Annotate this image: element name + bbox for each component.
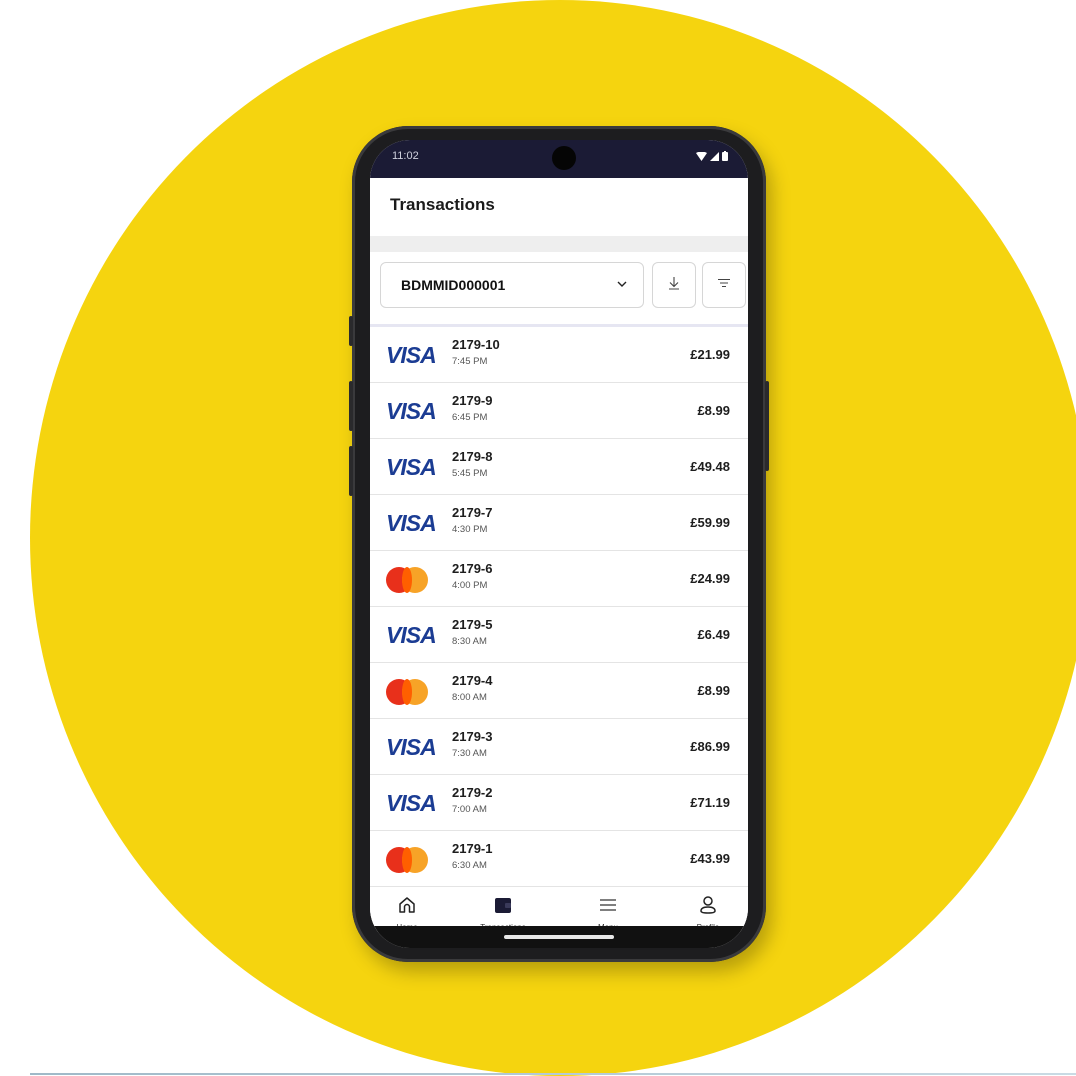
download-icon (666, 275, 682, 296)
visa-logo: VISA (386, 734, 437, 760)
visa-logo: VISA (386, 790, 437, 816)
transaction-time: 4:00 PM (452, 580, 488, 591)
transaction-ref: 2179-5 (452, 617, 493, 632)
transaction-amount: £21.99 (690, 347, 730, 362)
chevron-down-icon (615, 277, 629, 291)
nav-profile[interactable]: Profile (678, 894, 738, 929)
transaction-row[interactable]: VISA 2179-3 7:30 AM £86.99 (370, 719, 748, 775)
transaction-amount: £71.19 (690, 795, 730, 810)
side-button (349, 316, 353, 346)
status-bar: 11:02 (370, 140, 748, 178)
transaction-time: 5:45 PM (452, 468, 488, 479)
download-button[interactable] (652, 262, 696, 308)
transaction-time: 6:45 PM (452, 412, 488, 423)
transaction-ref: 2179-3 (452, 729, 493, 744)
transaction-ref: 2179-2 (452, 785, 493, 800)
transaction-amount: £49.48 (690, 459, 730, 474)
phone-screen: 11:02 Transactions BDMMID000001 VISA 217… (370, 140, 748, 948)
visa-logo: VISA (386, 454, 437, 480)
visa-logo: VISA (386, 398, 437, 424)
transaction-ref: 2179-4 (452, 673, 493, 688)
visa-logo-text: VISA (386, 622, 437, 648)
filter-button[interactable] (702, 262, 746, 308)
visa-logo-text: VISA (386, 510, 437, 536)
transaction-row[interactable]: VISA 2179-10 7:45 PM £21.99 (370, 327, 748, 383)
visa-logo: VISA (386, 342, 437, 368)
transaction-row[interactable]: VISA 2179-7 4:30 PM £59.99 (370, 495, 748, 551)
transaction-time: 8:30 AM (452, 636, 487, 647)
transaction-ref: 2179-8 (452, 449, 493, 464)
mastercard-circles (386, 567, 436, 593)
battery-icon (722, 151, 728, 164)
app-bar: Transactions (370, 178, 748, 236)
header-divider (370, 236, 748, 252)
transaction-ref: 2179-7 (452, 505, 493, 520)
transaction-ref: 2179-10 (452, 337, 500, 352)
transaction-row[interactable]: 2179-4 8:00 AM £8.99 (370, 663, 748, 719)
volume-up-button (349, 381, 353, 431)
visa-logo-text: VISA (386, 398, 437, 424)
visa-logo: VISA (386, 510, 437, 536)
transaction-row[interactable]: VISA 2179-9 6:45 PM £8.99 (370, 383, 748, 439)
transaction-time: 7:00 AM (452, 804, 487, 815)
mastercard-circles (386, 679, 436, 705)
home-icon (396, 897, 418, 920)
visa-logo-text: VISA (386, 790, 437, 816)
wallet-icon (492, 898, 514, 920)
front-camera (552, 146, 576, 170)
transaction-amount: £59.99 (690, 515, 730, 530)
transaction-ref: 2179-6 (452, 561, 493, 576)
transaction-row[interactable]: VISA 2179-8 5:45 PM £49.48 (370, 439, 748, 495)
transaction-time: 7:30 AM (452, 748, 487, 759)
transaction-row[interactable]: 2179-1 6:30 AM £43.99 (370, 831, 748, 887)
transaction-time: 6:30 AM (452, 860, 487, 871)
transaction-amount: £8.99 (697, 683, 730, 698)
page-title: Transactions (390, 195, 495, 214)
filter-controls: BDMMID000001 (370, 252, 748, 327)
nav-transactions[interactable]: Transactions (473, 894, 533, 929)
mastercard-logo (386, 847, 436, 873)
phone-frame: 11:02 Transactions BDMMID000001 VISA 217… (349, 126, 769, 962)
mastercard-circles (386, 847, 436, 873)
transaction-time: 4:30 PM (452, 524, 488, 535)
transaction-amount: £6.49 (697, 627, 730, 642)
transaction-amount: £24.99 (690, 571, 730, 586)
transaction-time: 7:45 PM (452, 356, 488, 367)
visa-logo: VISA (386, 622, 437, 648)
transaction-row[interactable]: VISA 2179-5 8:30 AM £6.49 (370, 607, 748, 663)
merchant-select[interactable]: BDMMID000001 (380, 262, 644, 308)
mastercard-logo (386, 567, 436, 593)
transaction-ref: 2179-9 (452, 393, 493, 408)
filter-icon (716, 275, 732, 296)
visa-logo-text: VISA (386, 342, 437, 368)
menu-icon (597, 899, 619, 920)
volume-down-button (349, 446, 353, 496)
status-icons (696, 151, 728, 164)
transaction-time: 8:00 AM (452, 692, 487, 703)
home-indicator[interactable] (504, 935, 614, 939)
transaction-list: VISA 2179-10 7:45 PM £21.99 VISA 2179-9 6:45 P… (370, 327, 748, 887)
transaction-ref: 2179-1 (452, 841, 493, 856)
profile-icon (697, 896, 719, 920)
bottom-divider (30, 1073, 1076, 1075)
transaction-row[interactable]: 2179-6 4:00 PM £24.99 (370, 551, 748, 607)
power-button (765, 381, 769, 471)
merchant-select-value: BDMMID000001 (401, 277, 506, 293)
nav-menu[interactable]: Menu (578, 894, 638, 929)
transaction-amount: £43.99 (690, 851, 730, 866)
transaction-row[interactable]: VISA 2179-2 7:00 AM £71.19 (370, 775, 748, 831)
wifi-icon (696, 151, 707, 164)
visa-logo-text: VISA (386, 734, 437, 760)
transaction-amount: £8.99 (697, 403, 730, 418)
visa-logo-text: VISA (386, 454, 437, 480)
nav-home[interactable]: Home (377, 894, 437, 929)
transaction-amount: £86.99 (690, 739, 730, 754)
mastercard-logo (386, 679, 436, 705)
signal-icon (710, 151, 719, 164)
status-time: 11:02 (392, 150, 419, 162)
